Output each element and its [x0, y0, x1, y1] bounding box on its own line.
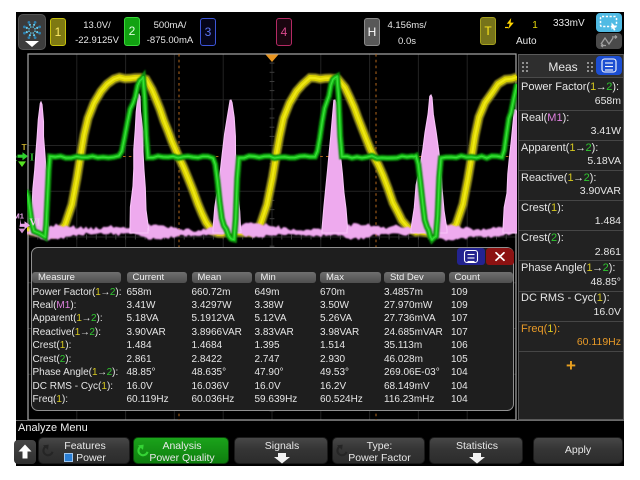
svg-text:2: 2: [16, 154, 18, 163]
svg-text:I: I: [30, 153, 34, 164]
svg-text:M1: M1: [16, 212, 24, 221]
svg-text:T: T: [22, 142, 28, 152]
svg-text:I: I: [37, 218, 41, 229]
